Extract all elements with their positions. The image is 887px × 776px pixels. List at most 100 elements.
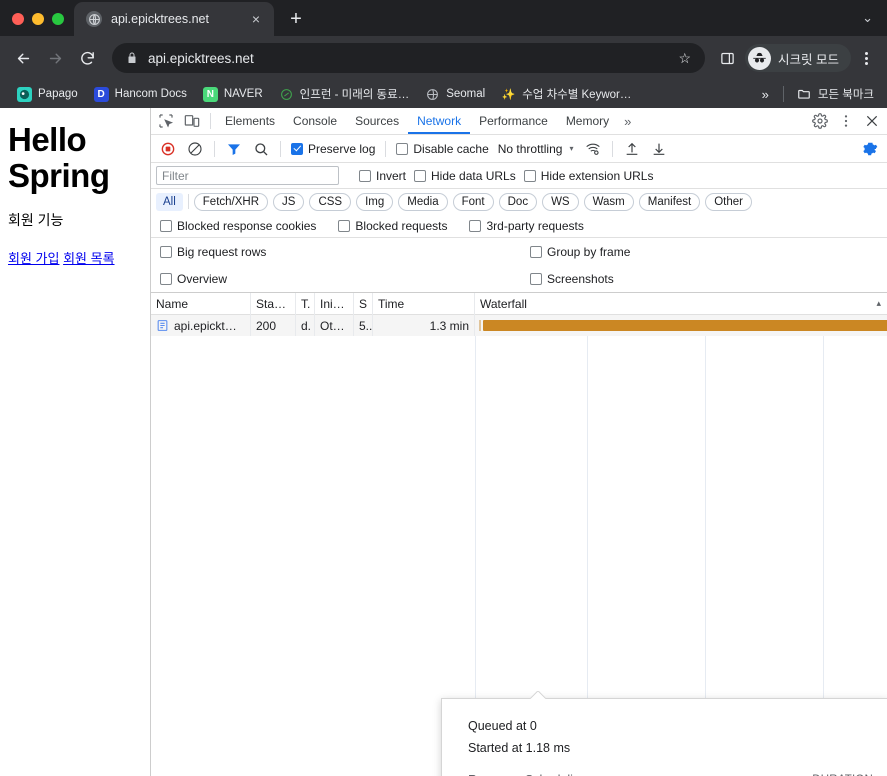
cell-type: d. bbox=[296, 315, 315, 336]
type-filter-all[interactable]: All bbox=[156, 193, 183, 211]
blocked-requests-checkbox[interactable]: Blocked requests bbox=[334, 219, 451, 233]
wifi-settings-icon[interactable] bbox=[580, 136, 606, 162]
tab-elements[interactable]: Elements bbox=[216, 108, 284, 134]
bookmark-hancom-docs[interactable]: D Hancom Docs bbox=[87, 84, 194, 105]
link-member-list[interactable]: 회원 목록 bbox=[63, 251, 114, 266]
type-filter-js[interactable]: JS bbox=[273, 193, 304, 211]
close-icon[interactable]: × bbox=[246, 9, 266, 29]
hide-extension-urls-checkbox[interactable]: Hide extension URLs bbox=[520, 169, 658, 183]
bookmark-seomal[interactable]: Seomal bbox=[418, 84, 492, 105]
inspect-element-icon[interactable] bbox=[153, 109, 179, 134]
column-header-type[interactable]: T. bbox=[296, 293, 315, 315]
cell-waterfall[interactable] bbox=[475, 315, 887, 336]
browser-menu-button[interactable] bbox=[853, 43, 879, 73]
network-table-header: Name Sta… T. Ini… S Time Waterfall ▴ bbox=[151, 293, 887, 315]
clear-network-icon[interactable] bbox=[182, 136, 208, 162]
preserve-log-label: Preserve log bbox=[308, 142, 375, 156]
type-filter-fetch-xhr[interactable]: Fetch/XHR bbox=[194, 193, 268, 211]
type-filter-other[interactable]: Other bbox=[705, 193, 752, 211]
bookmark-naver[interactable]: N NAVER bbox=[196, 84, 270, 105]
record-stop-icon[interactable] bbox=[155, 136, 181, 162]
import-har-icon[interactable] bbox=[619, 136, 645, 162]
table-row[interactable]: api.epickt… 200 d. Ot… 5.. 1.3 min bbox=[151, 315, 887, 336]
cell-size: 5.. bbox=[354, 315, 373, 336]
checkbox-box bbox=[160, 273, 172, 285]
all-bookmarks-button[interactable]: 모든 북마크 bbox=[790, 83, 881, 105]
device-toolbar-icon[interactable] bbox=[179, 109, 205, 134]
column-header-status[interactable]: Sta… bbox=[251, 293, 296, 315]
column-header-size[interactable]: S bbox=[354, 293, 373, 315]
bookmark-star-icon[interactable]: ☆ bbox=[678, 50, 695, 67]
bookmark-keyword[interactable]: ✨ 수업 차수별 Keywor… bbox=[494, 83, 638, 105]
more-vertical-icon[interactable] bbox=[833, 109, 859, 134]
checkbox-box bbox=[359, 170, 371, 182]
minimize-window-button[interactable] bbox=[32, 13, 44, 25]
reload-button[interactable] bbox=[72, 43, 102, 73]
checkbox-label: Group by frame bbox=[547, 245, 630, 259]
link-signup[interactable]: 회원 가입 bbox=[8, 251, 59, 266]
overview-checkbox[interactable]: Overview bbox=[156, 272, 526, 286]
network-waterfall-body: Queued at 0 Started at 1.18 ms Resource … bbox=[151, 336, 887, 776]
all-bookmarks-label: 모든 북마크 bbox=[818, 86, 874, 102]
screenshots-checkbox[interactable]: Screenshots bbox=[526, 272, 618, 286]
filter-icon[interactable] bbox=[221, 136, 247, 162]
incognito-indicator[interactable]: 시크릿 모드 bbox=[745, 44, 851, 72]
type-filter-img[interactable]: Img bbox=[356, 193, 393, 211]
bookmark-inflearn[interactable]: 인프런 - 미래의 동료… bbox=[272, 83, 417, 105]
page-title: Hello Spring bbox=[8, 122, 140, 193]
filter-input[interactable]: Filter bbox=[156, 166, 339, 185]
disable-cache-checkbox[interactable]: Disable cache bbox=[392, 142, 492, 156]
maximize-window-button[interactable] bbox=[52, 13, 64, 25]
column-header-waterfall[interactable]: Waterfall ▴ bbox=[475, 293, 887, 315]
tab-memory[interactable]: Memory bbox=[557, 108, 618, 134]
throttling-select[interactable]: No throttling bbox=[494, 142, 567, 156]
invert-checkbox[interactable]: Invert bbox=[355, 169, 410, 183]
bookmark-papago[interactable]: Papago bbox=[10, 84, 85, 105]
tab-sources[interactable]: Sources bbox=[346, 108, 408, 134]
network-settings-gear-icon[interactable] bbox=[857, 136, 883, 162]
more-panels-button[interactable]: » bbox=[618, 114, 637, 129]
bookmarks-overflow-button[interactable]: » bbox=[754, 87, 777, 102]
close-window-button[interactable] bbox=[12, 13, 24, 25]
type-filter-css[interactable]: CSS bbox=[309, 193, 351, 211]
side-panel-icon[interactable] bbox=[713, 44, 741, 72]
bookmark-label: Hancom Docs bbox=[115, 88, 187, 100]
type-filter-media[interactable]: Media bbox=[398, 193, 447, 211]
third-party-requests-checkbox[interactable]: 3rd-party requests bbox=[465, 219, 587, 233]
close-icon[interactable] bbox=[859, 109, 885, 134]
column-header-initiator[interactable]: Ini… bbox=[315, 293, 354, 315]
chevron-down-icon[interactable]: ▾ bbox=[567, 144, 579, 153]
papago-icon bbox=[17, 87, 32, 102]
gear-icon[interactable] bbox=[807, 109, 833, 134]
tab-network[interactable]: Network bbox=[408, 108, 470, 134]
hide-data-urls-checkbox[interactable]: Hide data URLs bbox=[410, 169, 520, 183]
window-traffic-lights[interactable] bbox=[0, 13, 74, 36]
back-button[interactable] bbox=[8, 43, 38, 73]
new-tab-button[interactable]: + bbox=[282, 5, 310, 33]
type-filter-manifest[interactable]: Manifest bbox=[639, 193, 700, 211]
group-by-frame-checkbox[interactable]: Group by frame bbox=[526, 245, 634, 259]
checkbox-label: Blocked response cookies bbox=[177, 219, 316, 233]
tab-performance[interactable]: Performance bbox=[470, 108, 557, 134]
hide-data-urls-label: Hide data URLs bbox=[431, 169, 516, 183]
type-filter-font[interactable]: Font bbox=[453, 193, 494, 211]
column-header-time[interactable]: Time bbox=[373, 293, 475, 315]
chevron-down-icon[interactable]: ⌄ bbox=[862, 10, 887, 36]
type-filter-doc[interactable]: Doc bbox=[499, 193, 537, 211]
type-filter-wasm[interactable]: Wasm bbox=[584, 193, 634, 211]
blocked-response-cookies-checkbox[interactable]: Blocked response cookies bbox=[156, 219, 320, 233]
column-header-name[interactable]: Name bbox=[151, 293, 251, 315]
browser-tab-active[interactable]: api.epicktrees.net × bbox=[74, 2, 274, 36]
big-request-rows-checkbox[interactable]: Big request rows bbox=[156, 245, 526, 259]
forward-button[interactable] bbox=[40, 43, 70, 73]
address-bar[interactable]: api.epicktrees.net ☆ bbox=[112, 43, 705, 73]
type-filter-ws[interactable]: WS bbox=[542, 193, 579, 211]
export-har-icon[interactable] bbox=[646, 136, 672, 162]
preserve-log-checkbox[interactable]: Preserve log bbox=[287, 142, 379, 156]
address-bar-url: api.epicktrees.net bbox=[148, 51, 668, 66]
globe-icon bbox=[86, 11, 102, 27]
sort-ascending-icon[interactable]: ▴ bbox=[876, 298, 881, 309]
divider bbox=[280, 141, 281, 157]
search-icon[interactable] bbox=[248, 136, 274, 162]
tab-console[interactable]: Console bbox=[284, 108, 346, 134]
